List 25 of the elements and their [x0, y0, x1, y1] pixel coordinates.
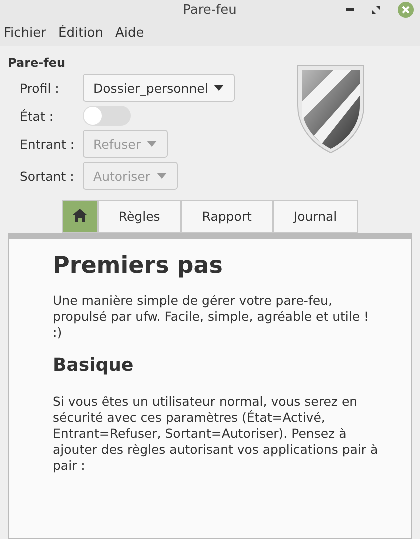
tab[interactable]: Règles: [98, 200, 182, 233]
menu-item[interactable]: Aide: [115, 26, 144, 40]
minimize-icon[interactable]: [346, 8, 354, 12]
paragraph: Une manière simple de gérer votre pare-feu, propulsé par ufw. Facile, simple, agréable et utile ! :): [53, 293, 370, 341]
toggle-switch[interactable]: [82, 106, 131, 126]
field-label: Sortant :: [20, 168, 75, 184]
maximize-icon[interactable]: [372, 6, 380, 14]
field-label: État :: [20, 108, 55, 124]
caret-icon: [147, 141, 158, 147]
window-title: Pare-feu: [183, 2, 237, 18]
tab[interactable]: Journal: [272, 200, 358, 233]
field-label: Entrant :: [20, 136, 75, 152]
menu-item[interactable]: Fichier: [4, 26, 46, 40]
document-subheading: Basique: [53, 355, 135, 376]
tab[interactable]: Rapport: [181, 200, 273, 233]
paragraph: Si vous êtes un utilisateur normal, vous serez en sécurité avec ces paramètres (État=Activé, Entrant=Refuser, Sortant=Autoriser). Pensez à ajouter des règles autorisant vos applications pair à pair :: [53, 394, 380, 474]
section-title: Pare-feu: [8, 56, 67, 70]
home-tab[interactable]: [62, 200, 98, 233]
caret-icon: [214, 85, 224, 91]
caret-icon: [156, 173, 167, 179]
dropdown[interactable]: Dossier_personnel: [82, 74, 236, 102]
field-label: Profil :: [20, 80, 60, 96]
home-icon: [72, 208, 87, 222]
menu-item[interactable]: Édition: [58, 26, 104, 40]
document-heading: Premiers pas: [53, 253, 224, 279]
